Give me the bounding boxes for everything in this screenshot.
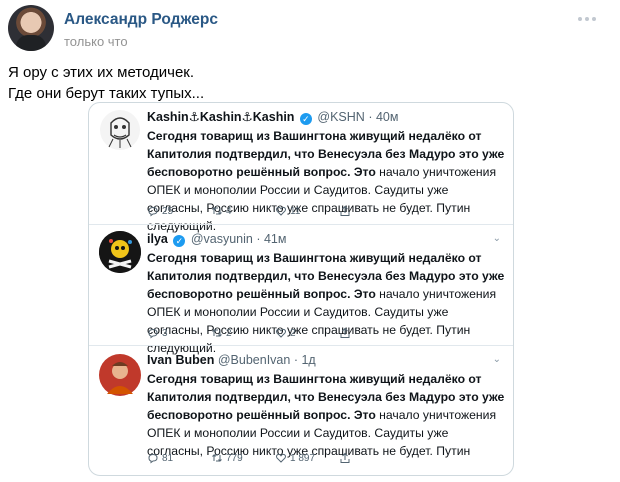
tweet-text: Сегодня товарищ из Вашингтона живущий не… xyxy=(147,370,507,460)
like-count: 1 897 xyxy=(290,452,316,464)
tweet: ⌄ Ivan Buben @BubenIvan · 1д Сегодня тов… xyxy=(89,345,513,475)
reply-icon xyxy=(148,453,158,464)
reply-button[interactable]: 3 xyxy=(147,327,211,339)
retweet-count: 4 xyxy=(226,205,232,217)
reply-button[interactable]: 81 xyxy=(147,452,211,464)
reply-icon xyxy=(148,328,158,339)
share-button[interactable] xyxy=(339,452,403,464)
tweet-handle[interactable]: @BubenIvan xyxy=(218,353,290,367)
retweet-icon xyxy=(212,329,222,337)
tweet-actions: 25 4 11 xyxy=(147,205,403,217)
tweet-avatar[interactable] xyxy=(99,109,141,151)
verified-icon: ✓ xyxy=(299,113,312,125)
tweet-avatar[interactable] xyxy=(99,354,141,396)
share-button[interactable] xyxy=(339,327,403,339)
reply-count: 25 xyxy=(162,205,174,217)
author-avatar[interactable] xyxy=(8,5,54,51)
retweet-button[interactable]: 779 xyxy=(211,452,275,464)
tweet: ⌄ ilya ✓ @vasyunin · 41м Сегодня товарищ… xyxy=(89,224,513,355)
tweet-text: Сегодня товарищ из Вашингтона живущий не… xyxy=(147,249,507,357)
like-button[interactable]: 2 xyxy=(275,327,339,339)
retweet-icon xyxy=(212,207,222,215)
reply-count: 81 xyxy=(162,452,174,464)
like-icon xyxy=(276,453,286,463)
tweet-body: Kashin⚓Kashin⚓Kashin ✓ @KSHN · 40м Сегод… xyxy=(147,109,507,235)
post-time[interactable]: только что xyxy=(64,34,128,49)
tweet-actions: 3 2 2 xyxy=(147,327,403,339)
like-icon xyxy=(276,328,286,338)
tweet-text: Сегодня товарищ из Вашингтона живущий не… xyxy=(147,127,507,235)
post-header: Александр Роджерс только что xyxy=(8,5,612,55)
tweet-time[interactable]: · 40м xyxy=(368,110,398,124)
tweet-handle[interactable]: @KSHN xyxy=(317,110,364,124)
like-count: 2 xyxy=(290,327,296,339)
like-icon xyxy=(276,206,286,216)
tweet-actions: 81 779 1 897 xyxy=(147,452,403,464)
post-text-line: Где они берут таких тупых... xyxy=(8,85,205,102)
tweet-body: Ivan Buben @BubenIvan · 1д Сегодня товар… xyxy=(147,352,507,464)
retweet-button[interactable]: 4 xyxy=(211,205,275,217)
post-text: Я ору с этих их методичек. Где они берут… xyxy=(8,62,608,104)
tweet: Kashin⚓Kashin⚓Kashin ✓ @KSHN · 40м Сегод… xyxy=(89,103,513,233)
share-button[interactable] xyxy=(339,205,403,217)
retweet-count: 2 xyxy=(226,327,232,339)
share-icon xyxy=(340,327,350,338)
reply-count: 3 xyxy=(162,327,168,339)
like-button[interactable]: 1 897 xyxy=(275,452,339,464)
tweet-author-name[interactable]: Kashin⚓Kashin⚓Kashin xyxy=(147,110,294,124)
more-dots-icon[interactable] xyxy=(578,14,598,24)
verified-icon: ✓ xyxy=(173,235,186,247)
tweet-author-name[interactable]: Ivan Buben xyxy=(147,353,214,367)
reply-button[interactable]: 25 xyxy=(147,205,211,217)
retweet-icon xyxy=(212,454,222,462)
tweet-time[interactable]: · 41м xyxy=(256,232,286,246)
author-name[interactable]: Александр Роджерс xyxy=(64,11,218,29)
embedded-tweets-screenshot: Kashin⚓Kashin⚓Kashin ✓ @KSHN · 40м Сегод… xyxy=(88,102,514,476)
share-icon xyxy=(340,205,350,216)
retweet-button[interactable]: 2 xyxy=(211,327,275,339)
share-icon xyxy=(340,452,350,463)
reply-icon xyxy=(148,206,158,217)
post-text-line: Я ору с этих их методичек. xyxy=(8,64,195,81)
tweet-author-name[interactable]: ilya xyxy=(147,232,168,246)
tweet-time[interactable]: · 1д xyxy=(294,353,316,367)
tweet-body: ilya ✓ @vasyunin · 41м Сегодня товарищ и… xyxy=(147,231,507,357)
like-count: 11 xyxy=(290,205,301,217)
retweet-count: 779 xyxy=(226,452,243,464)
tweet-handle[interactable]: @vasyunin xyxy=(191,232,253,246)
like-button[interactable]: 11 xyxy=(275,205,339,217)
tweet-avatar[interactable] xyxy=(99,231,141,273)
